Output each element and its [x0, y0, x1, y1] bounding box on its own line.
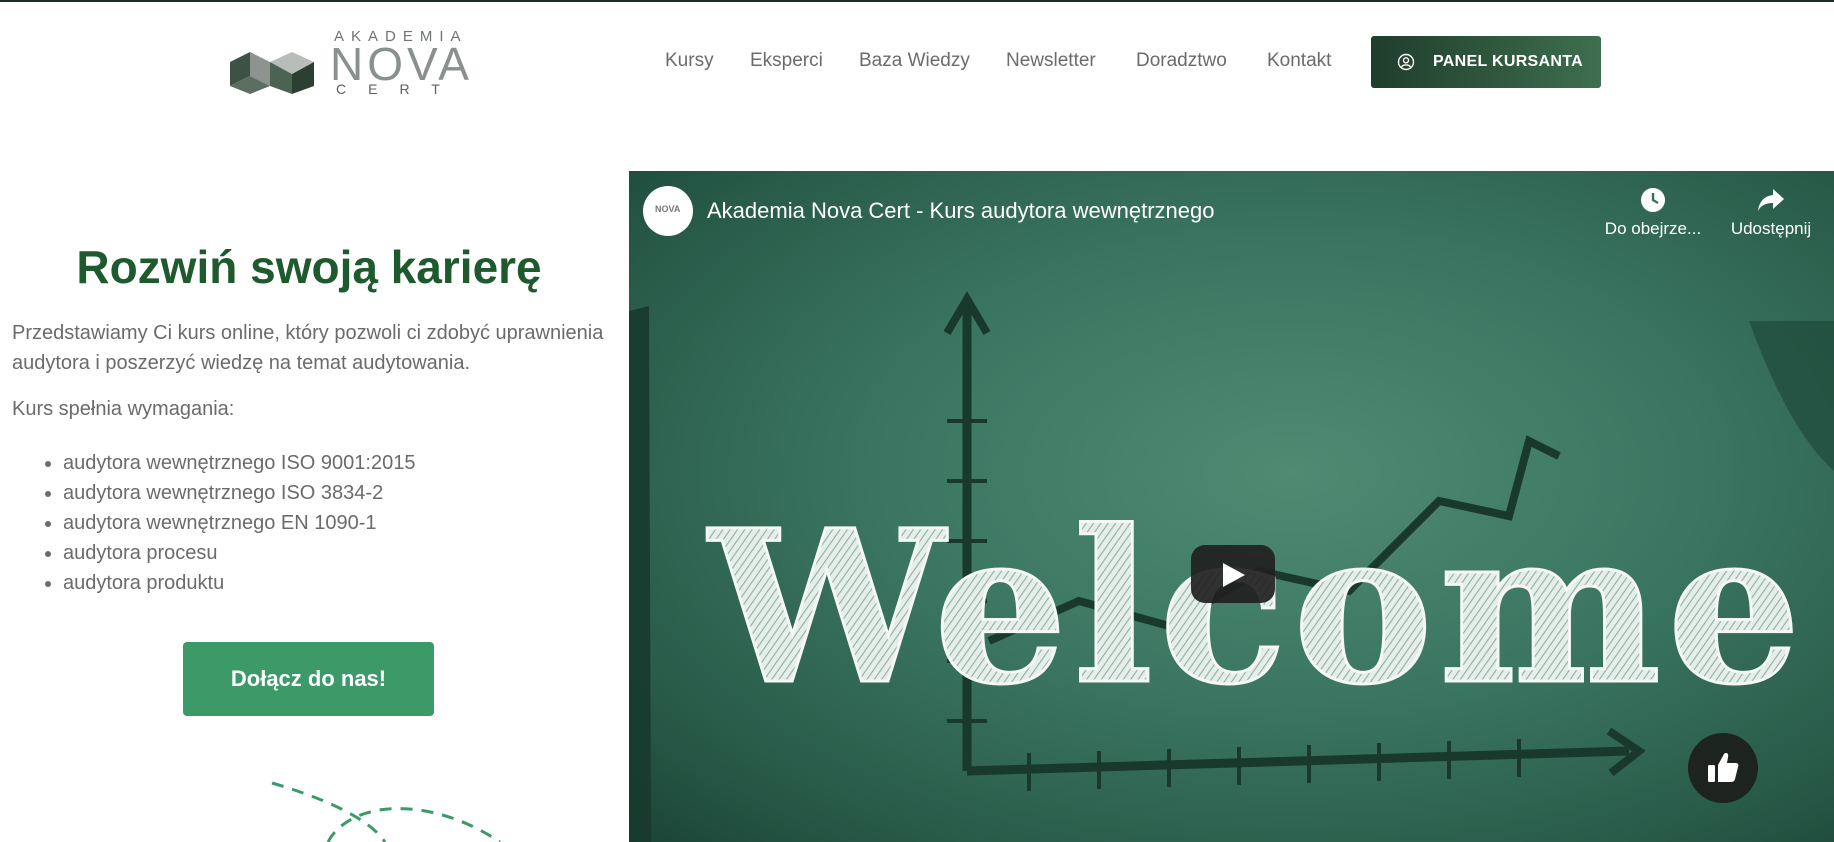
channel-badge-text: NOVA — [655, 204, 681, 214]
board-text: Welcome — [707, 484, 1807, 731]
hero-title: Rozwiń swoją karierę — [76, 241, 542, 293]
logo-text-bottom: CERT — [336, 81, 462, 97]
user-circle-icon — [1397, 53, 1415, 71]
logo-mark-icon — [230, 52, 314, 94]
video-title[interactable]: Akademia Nova Cert - Kurs audytora wewnę… — [707, 198, 1214, 224]
requirement-item: audytora wewnętrznego ISO 9001:2015 — [63, 448, 415, 478]
channel-avatar[interactable]: NOVA — [643, 186, 693, 236]
nav-item-baza-wiedzy[interactable]: Baza Wiedzy — [859, 50, 970, 72]
panel-kursanta-label: PANEL KURSANTA — [1433, 53, 1583, 70]
requirements-label: Kurs spełnia wymagania: — [12, 398, 235, 420]
nav-item-doradztwo[interactable]: Doradztwo — [1136, 50, 1227, 72]
requirement-item: audytora procesu — [63, 538, 415, 568]
thumbs-up-icon — [1708, 753, 1739, 782]
share-arrow-icon — [1758, 189, 1784, 211]
nav-item-newsletter[interactable]: Newsletter — [1006, 50, 1096, 72]
site-logo[interactable]: AKADEMIA NOVA CERT — [230, 28, 492, 97]
watch-later-button[interactable]: Do obejrze... — [1601, 187, 1705, 239]
share-label: Udostępnij — [1730, 219, 1812, 238]
video-player[interactable]: Welcome NOVA Akademia Nova Cert - Kurs a… — [629, 171, 1834, 842]
requirement-item: audytora wewnętrznego EN 1090-1 — [63, 508, 415, 538]
play-icon — [1223, 563, 1245, 587]
share-button[interactable]: Udostępnij — [1719, 187, 1823, 239]
top-border — [0, 0, 1834, 2]
requirements-list: audytora wewnętrznego ISO 9001:2015 audy… — [12, 448, 415, 598]
play-button[interactable] — [1191, 545, 1275, 603]
join-button[interactable]: Dołącz do nas! — [183, 642, 434, 716]
panel-kursanta-button[interactable]: PANEL KURSANTA — [1371, 36, 1601, 88]
like-button[interactable] — [1688, 733, 1758, 803]
nav-item-kontakt[interactable]: Kontakt — [1267, 50, 1331, 72]
clock-icon — [1641, 188, 1665, 212]
requirement-item: audytora produktu — [63, 568, 415, 598]
chalkboard-thumbnail: Welcome — [629, 291, 1834, 842]
nav-item-kursy[interactable]: Kursy — [665, 50, 714, 72]
requirement-item: audytora wewnętrznego ISO 3834-2 — [63, 478, 415, 508]
hero-intro: Przedstawiamy Ci kurs online, który pozw… — [12, 322, 604, 374]
watch-later-label: Do obejrze... — [1604, 219, 1702, 238]
nav-item-eksperci[interactable]: Eksperci — [750, 50, 823, 72]
dashed-curve-decoration — [271, 781, 501, 842]
